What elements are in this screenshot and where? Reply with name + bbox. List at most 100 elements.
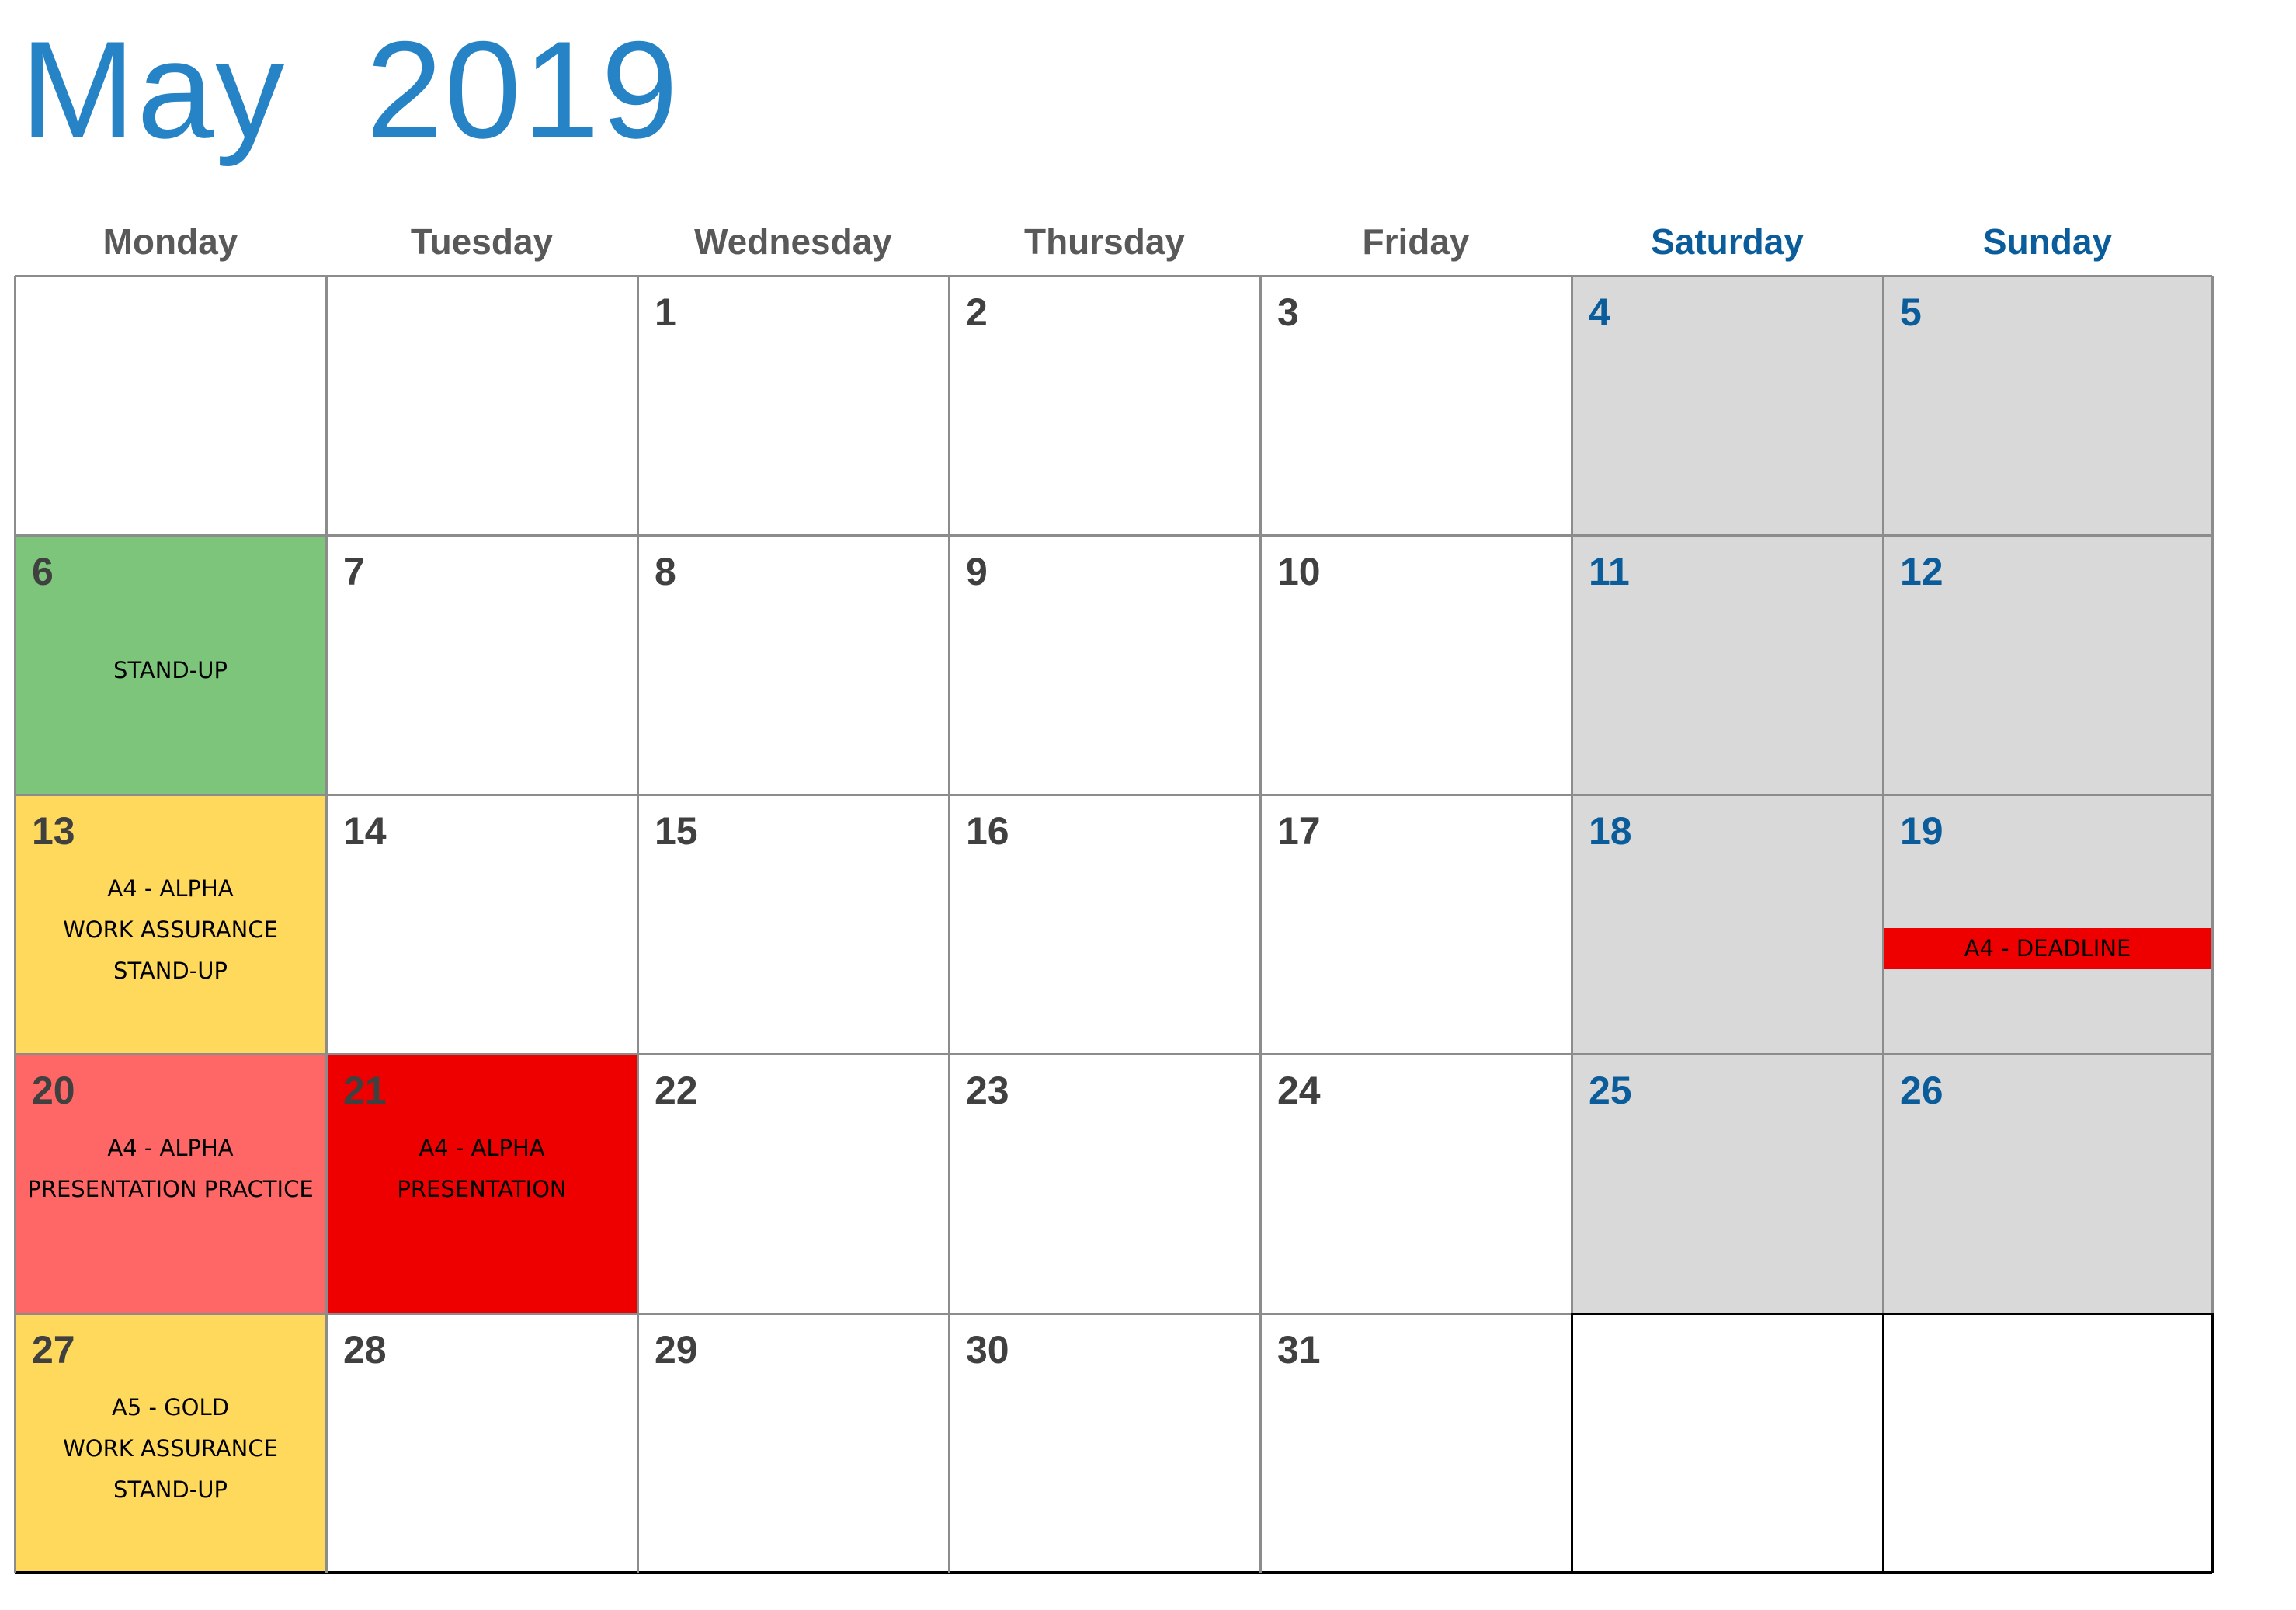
grid-line (1572, 1052, 2212, 1055)
grid-line (636, 276, 639, 1573)
calendar-grid: 1 2 3 4 5 6 STAND-UP 7 8 9 10 11 12 13 A4 - ALPHA WORK … (13, 274, 2214, 1574)
weekday-header-row: Monday Tuesday Wednesday Thursday Friday Satu… (15, 214, 2212, 269)
day-number: 11 (1589, 550, 1630, 593)
event-label: WORK ASSURANCE (63, 1435, 278, 1462)
day-cell-23[interactable]: 23 (949, 1054, 1260, 1313)
day-number: 9 (966, 550, 988, 593)
day-cell-28[interactable]: 28 (326, 1313, 637, 1573)
event-list: A4 - ALPHA PRESENTATION PRACTICE (15, 1128, 326, 1210)
day-cell-5[interactable]: 5 (1883, 276, 2212, 535)
day-cell-17[interactable]: 17 (1260, 795, 1572, 1054)
grid-line (1570, 276, 1573, 1313)
day-number: 13 (32, 809, 75, 853)
day-number: 10 (1277, 550, 1321, 593)
day-number: 16 (966, 809, 1009, 853)
day-cell-22[interactable]: 22 (637, 1054, 949, 1313)
grid-line (1881, 1313, 1884, 1573)
day-cell-30[interactable]: 30 (949, 1313, 1260, 1573)
event-label: A5 - GOLD (112, 1394, 229, 1420)
day-cell-19[interactable]: 19 A4 - DEADLINE (1883, 795, 2212, 1054)
grid-line (1572, 793, 2212, 796)
day-number: 27 (32, 1328, 75, 1372)
weekday-header-tuesday: Tuesday (410, 221, 554, 262)
day-cell-24[interactable]: 24 (1260, 1054, 1572, 1313)
grid-line (2211, 276, 2214, 1313)
grid-line (1259, 276, 1262, 1573)
grid-line (15, 1052, 1572, 1055)
day-cell-10[interactable]: 10 (1260, 535, 1572, 795)
day-number: 15 (655, 809, 698, 853)
empty-day-cell[interactable] (15, 276, 326, 535)
event-label: STAND-UP (113, 1476, 228, 1503)
weekday-header-friday: Friday (1362, 221, 1470, 262)
day-number: 12 (1900, 550, 1943, 593)
day-cell-8[interactable]: 8 (637, 535, 949, 795)
empty-day-cell[interactable] (326, 276, 637, 535)
empty-day-cell[interactable] (1883, 1313, 2212, 1573)
event-label (15, 609, 326, 650)
day-number: 21 (343, 1069, 387, 1112)
day-cell-21[interactable]: 21 A4 - ALPHA PRESENTATION (326, 1054, 637, 1313)
day-number: 7 (343, 550, 365, 593)
grid-line (15, 1312, 1572, 1315)
day-cell-3[interactable]: 3 (1260, 276, 1572, 535)
event-label: STAND-UP (113, 657, 228, 683)
day-number: 22 (655, 1069, 698, 1112)
grid-line (1881, 276, 1884, 1313)
grid-line (2211, 1313, 2214, 1573)
day-number: 24 (1277, 1069, 1321, 1112)
day-cell-13[interactable]: 13 A4 - ALPHA WORK ASSURANCE STAND-UP (15, 795, 326, 1054)
day-cell-20[interactable]: 20 A4 - ALPHA PRESENTATION PRACTICE (15, 1054, 326, 1313)
day-number: 8 (655, 550, 676, 593)
day-number: 30 (966, 1328, 1009, 1372)
event-label: A4 - ALPHA (107, 1135, 234, 1161)
day-cell-25[interactable]: 25 (1572, 1054, 1883, 1313)
day-cell-12[interactable]: 12 (1883, 535, 2212, 795)
event-label: A4 - ALPHA (419, 1135, 545, 1161)
day-cell-15[interactable]: 15 (637, 795, 949, 1054)
day-number: 19 (1900, 809, 1943, 853)
weekday-header-thursday: Thursday (1023, 221, 1186, 262)
day-cell-2[interactable]: 2 (949, 276, 1260, 535)
day-cell-27[interactable]: 27 A5 - GOLD WORK ASSURANCE STAND-UP (15, 1313, 326, 1573)
day-cell-29[interactable]: 29 (637, 1313, 949, 1573)
event-label: PRESENTATION (397, 1176, 567, 1202)
month-name: May (20, 12, 287, 167)
weekday-header-monday: Monday (102, 221, 238, 262)
day-cell-26[interactable]: 26 (1883, 1054, 2212, 1313)
day-number: 26 (1900, 1069, 1943, 1112)
day-number: 31 (1277, 1328, 1321, 1372)
event-label: WORK ASSURANCE (63, 916, 278, 943)
grid-line (1570, 1313, 1573, 1573)
event-label: A4 - ALPHA (107, 875, 234, 902)
day-number: 14 (343, 809, 387, 853)
day-cell-9[interactable]: 9 (949, 535, 1260, 795)
day-cell-18[interactable]: 18 (1572, 795, 1883, 1054)
day-number: 3 (1277, 290, 1299, 334)
day-cell-11[interactable]: 11 (1572, 535, 1883, 795)
day-cell-4[interactable]: 4 (1572, 276, 1883, 535)
year: 2019 (366, 12, 680, 167)
day-number: 5 (1900, 290, 1922, 334)
event-list: STAND-UP (15, 609, 326, 691)
grid-line (325, 276, 328, 1573)
day-number: 1 (655, 290, 676, 334)
day-cell-16[interactable]: 16 (949, 795, 1260, 1054)
day-cell-14[interactable]: 14 (326, 795, 637, 1054)
empty-day-cell[interactable] (1572, 1313, 1883, 1573)
day-cell-7[interactable]: 7 (326, 535, 637, 795)
grid-line (947, 276, 950, 1573)
grid-line (15, 534, 1572, 537)
weekday-header-sunday: Sunday (1982, 221, 2113, 262)
day-cell-31[interactable]: 31 (1260, 1313, 1572, 1573)
day-cell-6[interactable]: 6 STAND-UP (15, 535, 326, 795)
day-number: 2 (966, 290, 988, 334)
event-label: PRESENTATION PRACTICE (27, 1176, 314, 1202)
event-list: A4 - ALPHA WORK ASSURANCE STAND-UP (15, 868, 326, 992)
day-number: 20 (32, 1069, 75, 1112)
day-number: 18 (1589, 809, 1632, 853)
day-number: 17 (1277, 809, 1321, 853)
day-cell-1[interactable]: 1 (637, 276, 949, 535)
day-number: 25 (1589, 1069, 1632, 1112)
month-title: May 2019 (20, 14, 679, 166)
